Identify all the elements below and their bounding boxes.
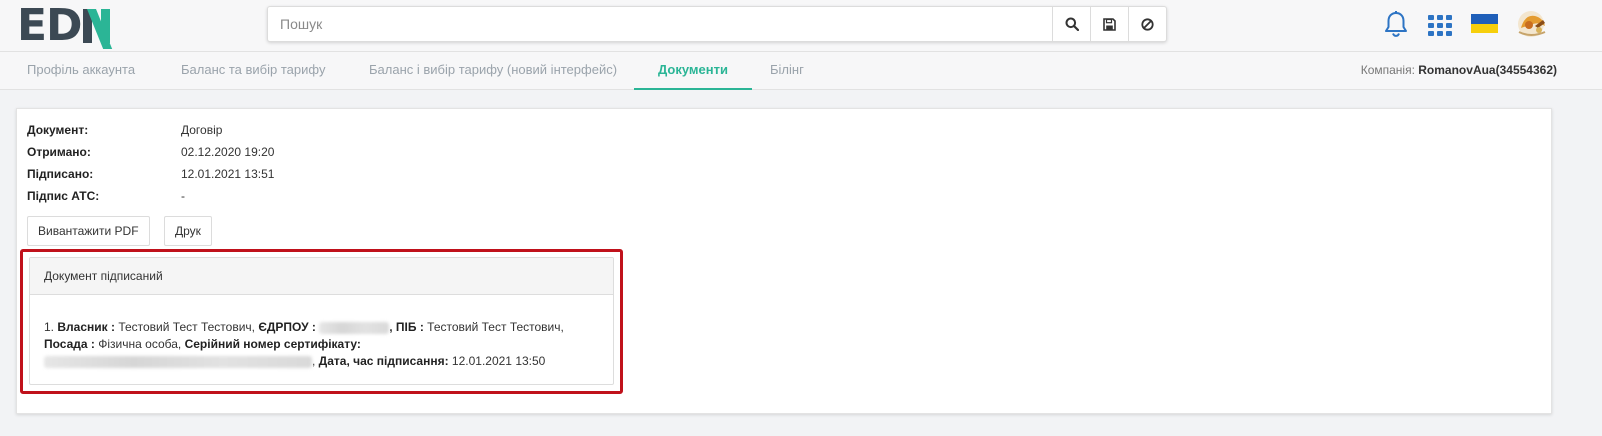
date-value: 12.01.2021 13:50 [451, 354, 546, 368]
tabs-bar: Профіль аккаунта Баланс та вибір тарифу … [0, 52, 1602, 90]
logo-n-mark [82, 9, 117, 49]
highlight-frame: Документ підписаний 1. Власник : Тестови… [20, 249, 623, 394]
tab-balance-tariff[interactable]: Баланс та вибір тарифу [157, 52, 349, 90]
info-row-signed: Підписано: 12.01.2021 13:51 [27, 163, 274, 185]
signature-entry: 1. Власник : Тестовий Тест Тестович, ЄДР… [44, 320, 564, 368]
signature-panel: Документ підписаний 1. Власник : Тестови… [29, 257, 614, 385]
save-search-button[interactable] [1090, 7, 1128, 41]
edrpou-redacted [319, 321, 390, 334]
position-value: Фізична особа, [98, 337, 182, 351]
apps-menu-button[interactable] [1427, 10, 1453, 42]
owner-label: Власник : [57, 320, 115, 334]
document-card: Документ: Договір Отримано: 02.12.2020 1… [16, 108, 1552, 414]
company-label: Компанія: [1360, 63, 1415, 77]
info-value: 12.01.2021 13:51 [181, 167, 275, 181]
tab-billing[interactable]: Білінг [746, 52, 828, 90]
bell-icon [1385, 11, 1407, 37]
serial-redacted [44, 355, 312, 368]
pib-value: Тестовий Тест Тестович, [427, 320, 564, 334]
company-info: Компанія: RomanovAua(34554362) [1361, 52, 1557, 88]
clear-search-button[interactable] [1128, 7, 1166, 41]
print-button[interactable]: Друк [164, 216, 212, 246]
pib-label: ПІБ : [395, 320, 424, 334]
date-label: Дата, час підписання: [318, 354, 449, 368]
info-row-document: Документ: Договір [27, 119, 274, 141]
search-input[interactable] [268, 7, 1052, 41]
serial-label: Серійний номер сертифікату: [184, 337, 361, 351]
ban-icon [1141, 17, 1154, 31]
search-icon [1065, 17, 1079, 31]
entry-index: 1. [44, 320, 55, 334]
ukraine-flag-icon[interactable] [1471, 14, 1498, 33]
info-value: 02.12.2020 19:20 [181, 145, 275, 159]
user-avatar[interactable] [1515, 8, 1551, 40]
save-icon [1103, 17, 1116, 31]
edrpou-label: ЄДРПОУ : [258, 320, 316, 334]
search-bar [267, 6, 1167, 42]
info-value: Договір [181, 123, 223, 137]
search-button[interactable] [1052, 7, 1090, 41]
edin-logo[interactable]: ED [17, 4, 117, 49]
info-key: Документ: [27, 123, 89, 137]
info-value: - [181, 189, 185, 203]
document-info: Документ: Договір Отримано: 02.12.2020 1… [27, 119, 274, 207]
info-key: Підписано: [27, 167, 94, 181]
tab-documents[interactable]: Документи [634, 52, 752, 90]
top-header: ED [0, 0, 1602, 52]
info-key: Отримано: [27, 145, 91, 159]
info-row-received: Отримано: 02.12.2020 19:20 [27, 141, 274, 163]
download-pdf-button[interactable]: Вивантажити PDF [27, 216, 150, 246]
notifications-button[interactable] [1383, 10, 1409, 42]
info-row-ats-signature: Підпис АТС: - [27, 185, 274, 207]
info-key: Підпис АТС: [27, 189, 100, 203]
avatar-icon [1518, 11, 1546, 37]
signature-panel-title: Документ підписаний [30, 258, 613, 295]
apps-grid-icon [1428, 15, 1452, 36]
tab-balance-tariff-new[interactable]: Баланс і вибір тарифу (новий інтерфейс) [345, 52, 641, 90]
company-value: RomanovAua(34554362) [1418, 63, 1557, 77]
owner-value: Тестовий Тест Тестович, [118, 320, 255, 334]
tab-account-profile[interactable]: Профіль аккаунта [3, 52, 159, 90]
position-label: Посада : [44, 337, 95, 351]
